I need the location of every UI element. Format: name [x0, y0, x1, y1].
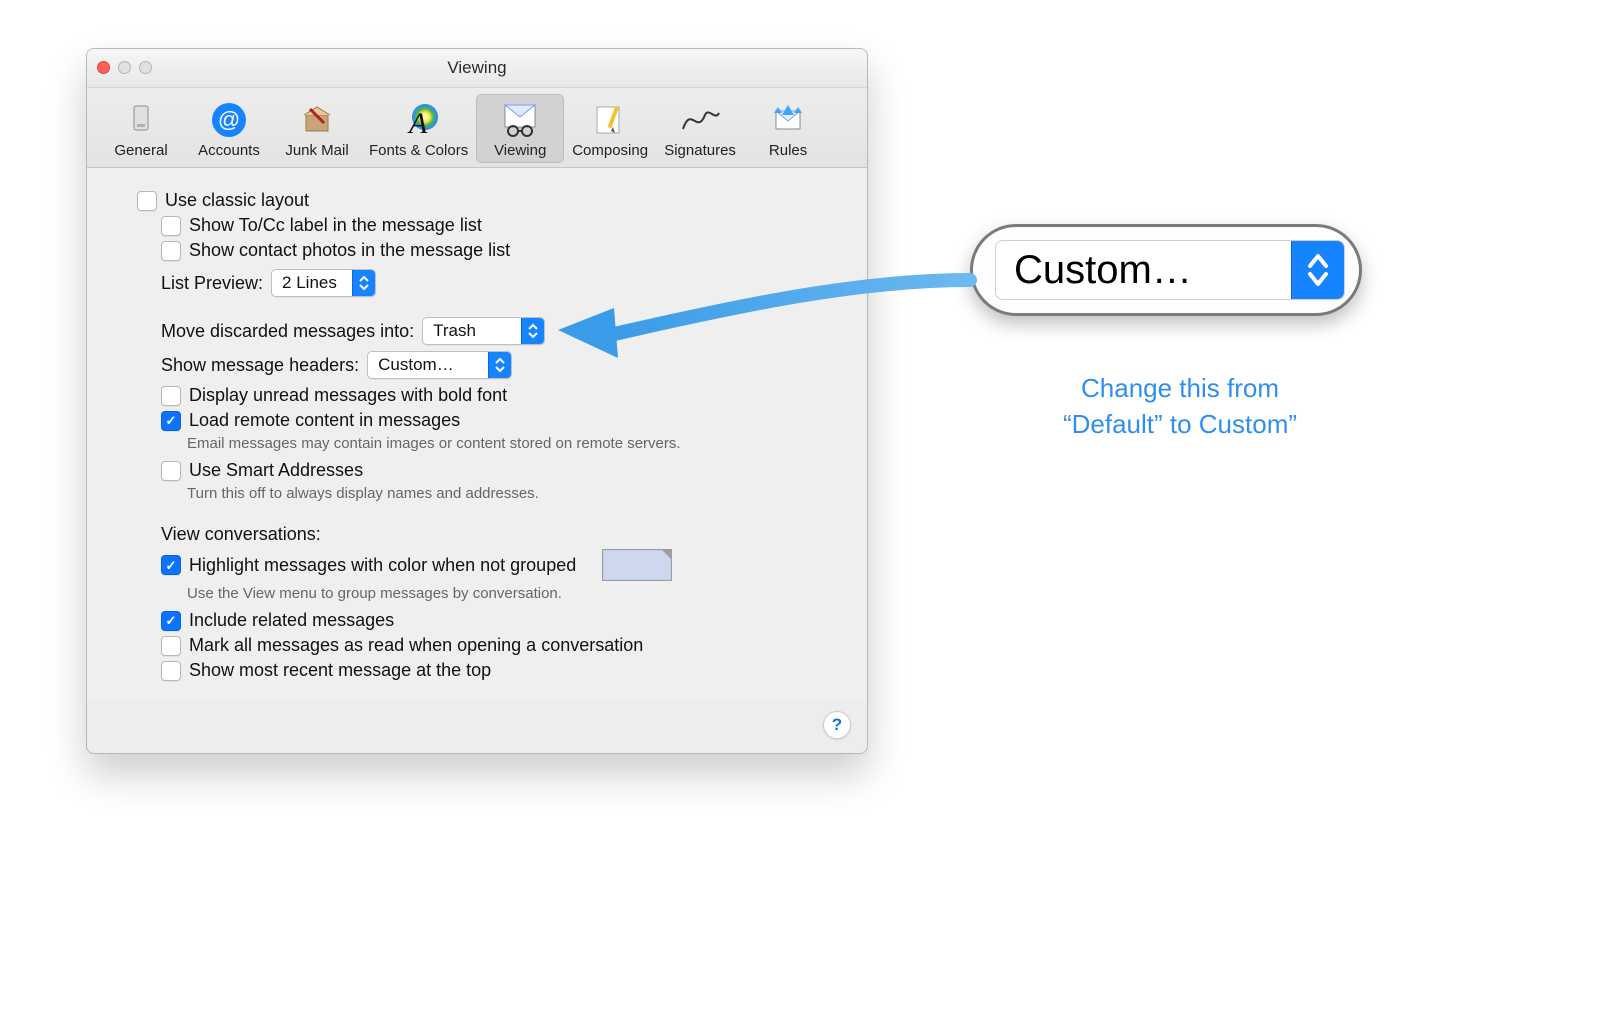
toolbar-label-composing: Composing — [572, 142, 648, 159]
window-titlebar: Viewing — [87, 49, 867, 88]
row-include-related: Include related messages — [161, 610, 837, 631]
label-show-headers: Show message headers: — [161, 355, 359, 376]
traffic-lights — [97, 61, 152, 74]
svg-text:A: A — [407, 107, 428, 139]
svg-text:@: @ — [218, 107, 240, 132]
rules-icon — [767, 100, 809, 140]
toolbar-rules[interactable]: Rules — [744, 94, 832, 163]
popup-list-preview[interactable]: 2 Lines — [271, 269, 376, 297]
toolbar-label-accounts: Accounts — [198, 142, 260, 159]
checkbox-load-remote[interactable] — [161, 411, 181, 431]
checkbox-include-related[interactable] — [161, 611, 181, 631]
callout-popup-value: Custom… — [996, 241, 1291, 299]
toolbar-label-junk-mail: Junk Mail — [285, 142, 348, 159]
label-tocc: Show To/Cc label in the message list — [189, 215, 482, 236]
checkbox-mark-all-read[interactable] — [161, 636, 181, 656]
window-title: Viewing — [87, 58, 867, 78]
toolbar: General @ Accounts Junk Mail — [87, 88, 867, 168]
popup-list-preview-value: 2 Lines — [272, 270, 352, 296]
row-move-discarded: Move discarded messages into: Trash — [137, 317, 837, 345]
row-show-recent-top: Show most recent message at the top — [161, 660, 837, 681]
row-load-remote: Load remote content in messages — [161, 410, 837, 431]
label-classic-layout: Use classic layout — [165, 190, 309, 211]
row-show-headers: Show message headers: Custom… — [137, 351, 837, 379]
signatures-icon — [679, 100, 721, 140]
label-include-related: Include related messages — [189, 610, 394, 631]
callout-popup[interactable]: Custom… — [995, 240, 1345, 300]
label-load-remote: Load remote content in messages — [189, 410, 460, 431]
accounts-icon: @ — [208, 100, 250, 140]
label-mark-all-read: Mark all messages as read when opening a… — [189, 635, 643, 656]
preferences-body: Use classic layout Show To/Cc label in t… — [87, 168, 867, 701]
close-icon[interactable] — [97, 61, 110, 74]
row-mark-all-read: Mark all messages as read when opening a… — [161, 635, 837, 656]
row-highlight: Highlight messages with color when not g… — [161, 549, 837, 581]
help-icon: ? — [832, 715, 842, 735]
section-conversations: View conversations: — [161, 524, 837, 545]
toolbar-viewing[interactable]: Viewing — [476, 94, 564, 163]
annotation-line2: “Default” to Custom” — [1000, 406, 1360, 442]
row-display-unread-bold: Display unread messages with bold font — [161, 385, 837, 406]
row-classic-layout: Use classic layout — [137, 190, 837, 211]
note-highlight: Use the View menu to group messages by c… — [187, 585, 837, 602]
checkbox-smart-addresses[interactable] — [161, 461, 181, 481]
label-move-discarded: Move discarded messages into: — [161, 321, 414, 342]
toolbar-label-signatures: Signatures — [664, 142, 736, 159]
toolbar-signatures[interactable]: Signatures — [656, 94, 744, 163]
toolbar-composing[interactable]: Composing — [564, 94, 656, 163]
label-display-unread-bold: Display unread messages with bold font — [189, 385, 507, 406]
help-button[interactable]: ? — [823, 711, 851, 739]
minimize-icon[interactable] — [118, 61, 131, 74]
checkbox-display-unread-bold[interactable] — [161, 386, 181, 406]
chevron-updown-icon — [352, 270, 375, 296]
chevron-updown-icon — [521, 318, 544, 344]
row-tocc-label: Show To/Cc label in the message list — [161, 215, 837, 236]
checkbox-show-recent-top[interactable] — [161, 661, 181, 681]
checkbox-tocc-label[interactable] — [161, 216, 181, 236]
chevron-updown-icon — [1291, 241, 1344, 299]
toolbar-general[interactable]: General — [97, 94, 185, 163]
toolbar-label-fonts-colors: Fonts & Colors — [369, 142, 468, 159]
general-icon — [120, 100, 162, 140]
composing-icon — [589, 100, 631, 140]
label-smart-addresses: Use Smart Addresses — [189, 460, 363, 481]
toolbar-label-rules: Rules — [769, 142, 807, 159]
checkbox-contact-photos[interactable] — [161, 241, 181, 261]
toolbar-fonts-colors[interactable]: A Fonts & Colors — [361, 94, 476, 163]
popup-show-headers[interactable]: Custom… — [367, 351, 512, 379]
row-smart-addresses: Use Smart Addresses — [161, 460, 837, 481]
color-swatch[interactable] — [602, 549, 672, 581]
checkbox-highlight[interactable] — [161, 555, 181, 575]
callout-bubble: Custom… — [970, 224, 1362, 316]
label-list-preview: List Preview: — [161, 273, 263, 294]
label-highlight: Highlight messages with color when not g… — [189, 555, 576, 576]
checkbox-classic-layout[interactable] — [137, 191, 157, 211]
note-smart-addresses: Turn this off to always display names an… — [187, 485, 837, 502]
annotation-line1: Change this from — [1000, 370, 1360, 406]
toolbar-junk-mail[interactable]: Junk Mail — [273, 94, 361, 163]
chevron-updown-icon — [488, 352, 511, 378]
toolbar-label-viewing: Viewing — [494, 142, 546, 159]
popup-move-discarded-value: Trash — [423, 318, 521, 344]
junk-mail-icon — [296, 100, 338, 140]
toolbar-accounts[interactable]: @ Accounts — [185, 94, 273, 163]
toolbar-label-general: General — [114, 142, 167, 159]
note-load-remote: Email messages may contain images or con… — [187, 435, 837, 452]
label-contact-photos: Show contact photos in the message list — [189, 240, 510, 261]
preferences-window: Viewing General @ Accounts Junk Mail — [86, 48, 868, 754]
viewing-icon — [499, 100, 541, 140]
fullscreen-icon[interactable] — [139, 61, 152, 74]
popup-move-discarded[interactable]: Trash — [422, 317, 545, 345]
row-list-preview: List Preview: 2 Lines — [161, 269, 837, 297]
annotation-text: Change this from “Default” to Custom” — [1000, 370, 1360, 443]
row-contact-photos: Show contact photos in the message list — [161, 240, 837, 261]
label-show-recent-top: Show most recent message at the top — [189, 660, 491, 681]
fonts-colors-icon: A — [398, 100, 440, 140]
popup-show-headers-value: Custom… — [368, 352, 488, 378]
